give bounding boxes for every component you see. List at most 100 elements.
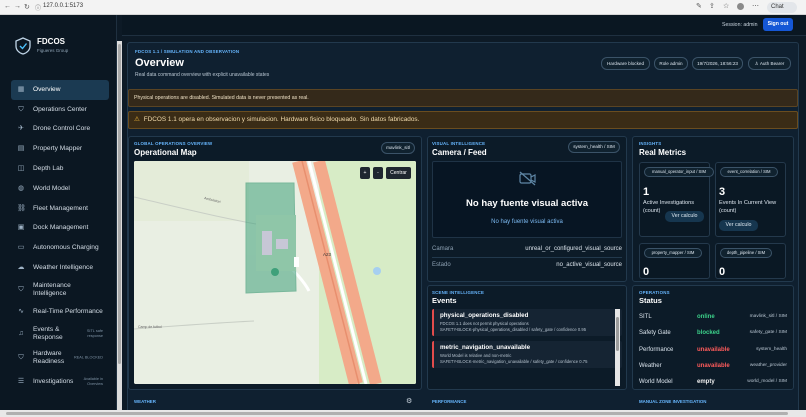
battery-icon: ▭ bbox=[17, 244, 25, 252]
view-calc-button[interactable]: Ver calculo bbox=[719, 220, 758, 231]
sidebar-item-note: REAL BLOCKED bbox=[74, 355, 103, 360]
status-source: mavlink_sitl / SIM bbox=[749, 314, 787, 319]
status-name: Safety Gate bbox=[639, 330, 671, 337]
sidebar-item-note: SITL safe response bbox=[86, 328, 103, 338]
warning-text: FDCOS 1.1 opera en observacion y simulac… bbox=[143, 116, 420, 123]
sign-out-button[interactable]: Sign out bbox=[763, 18, 793, 31]
reload-icon[interactable]: ↻ bbox=[24, 3, 30, 11]
metric-label: Events In Current View (count) bbox=[719, 200, 777, 214]
shield-logo-icon bbox=[15, 37, 31, 55]
more-icon[interactable]: ⋯ bbox=[752, 2, 759, 10]
info-icon[interactable]: ⓘ bbox=[35, 3, 41, 12]
map-icon: ▤ bbox=[17, 145, 25, 153]
camera-title: Camera / Feed bbox=[432, 148, 487, 157]
status-row: Weather unavailable weather_provider bbox=[639, 363, 787, 375]
forward-icon[interactable]: → bbox=[14, 3, 21, 10]
sidebar-item-property-mapper[interactable]: ▤ Property Mapper bbox=[11, 139, 109, 159]
status-source: system_health bbox=[756, 346, 787, 352]
grid-icon: ▦ bbox=[17, 85, 25, 93]
sidebar-item-drone-control-core[interactable]: ✈ Drone Control Core bbox=[11, 120, 109, 140]
map-title: Operational Map bbox=[134, 148, 197, 157]
box-icon: ▣ bbox=[17, 224, 25, 232]
status-name: Weather bbox=[639, 362, 662, 369]
sidebar-item-world-model[interactable]: ◍ World Model bbox=[11, 179, 109, 199]
metrics-title: Real Metrics bbox=[639, 148, 687, 157]
chat-button[interactable]: Chat bbox=[767, 2, 797, 13]
status-state: empty bbox=[697, 379, 715, 386]
sidebar-item-events-response[interactable]: ♫ Events & Response SITL safe response bbox=[11, 322, 109, 346]
auth-chip: ♙ Auth Bearer bbox=[748, 57, 791, 70]
globe-icon: ◍ bbox=[17, 184, 25, 192]
sidebar-item-dock-management[interactable]: ▣ Dock Management bbox=[11, 219, 109, 239]
sidebar-item-label: World Model bbox=[33, 184, 70, 192]
event-item[interactable]: physical_operations_disabled FDCOS 1.1 do… bbox=[432, 309, 622, 336]
safety-banner: Physical operations are disabled. Simula… bbox=[128, 89, 798, 107]
status-state: online bbox=[697, 314, 715, 320]
status-state: unavailable bbox=[697, 362, 730, 369]
plane-icon: ✈ bbox=[18, 125, 24, 133]
pen-icon[interactable]: ✎ bbox=[696, 2, 702, 10]
cloud-icon: ☁ bbox=[17, 264, 25, 272]
center-map-button[interactable]: Centrar bbox=[386, 167, 411, 179]
sidebar-item-real-time-performance[interactable]: ∿ Real-Time Performance bbox=[11, 302, 109, 322]
address-bar[interactable]: 127.0.0.1:5173 bbox=[43, 3, 83, 9]
view-calc-button[interactable]: Ver calculo bbox=[665, 211, 704, 222]
status-row: World Model empty world_model / SIM bbox=[639, 379, 787, 391]
sidebar-item-label: Maintenance Intelligence bbox=[33, 281, 71, 297]
sidebar-item-label: Dock Management bbox=[33, 224, 89, 232]
camera-eyebrow: VISUAL INTELLIGENCE bbox=[432, 141, 486, 146]
share-icon[interactable]: ⇪ bbox=[709, 2, 715, 10]
divider bbox=[432, 257, 622, 258]
sidebar-item-investigations[interactable]: ☰ Investigations Available in Overview bbox=[11, 370, 109, 394]
camera-off-icon bbox=[519, 171, 536, 186]
scroll-thumb[interactable] bbox=[118, 44, 121, 364]
scroll-thumb[interactable] bbox=[6, 412, 788, 415]
metric-value: 3 bbox=[719, 186, 726, 198]
events-list: physical_operations_disabled FDCOS 1.1 do… bbox=[432, 309, 622, 386]
sidebar-item-maintenance-intelligence[interactable]: ⛉ Maintenance Intelligence bbox=[11, 278, 109, 302]
sidebar-item-label: Fleet Management bbox=[33, 204, 88, 212]
settings-icon[interactable]: ⚙ bbox=[406, 397, 412, 405]
map-source-chip: mavlink_sitl bbox=[381, 142, 415, 154]
no-source-sub: No hay fuente visual activa bbox=[491, 219, 563, 225]
sidebar-scrollbar[interactable] bbox=[117, 41, 122, 417]
org-name: Figueres Group bbox=[37, 48, 69, 53]
sidebar-item-weather-intelligence[interactable]: ☁ Weather Intelligence bbox=[11, 258, 109, 278]
camera-row: Camara unreal_or_configured_visual_source bbox=[432, 246, 622, 252]
event-detail: SAFETY-BLOCK-metric_navigation_unavailab… bbox=[440, 359, 588, 364]
sidebar-item-operations-center[interactable]: ⛉ Operations Center bbox=[11, 100, 109, 120]
sidebar-item-autonomous-charging[interactable]: ▭ Autonomous Charging bbox=[11, 238, 109, 258]
datetime-chip: 19/7/2026, 18:56:23 bbox=[692, 57, 743, 70]
road-label: A23 bbox=[323, 252, 332, 257]
sidebar-item-label: Operations Center bbox=[33, 105, 87, 113]
events-title: Events bbox=[432, 296, 457, 305]
event-title: physical_operations_disabled bbox=[440, 312, 529, 319]
metric-value: 0 bbox=[643, 266, 650, 278]
horizontal-scrollbar[interactable] bbox=[0, 410, 806, 417]
sidebar-item-fleet-management[interactable]: ⛓ Fleet Management bbox=[11, 199, 109, 219]
profile-icon[interactable] bbox=[737, 3, 744, 10]
status-name: SITL bbox=[639, 314, 652, 320]
sidebar-item-depth-lab[interactable]: ◫ Depth Lab bbox=[11, 159, 109, 179]
back-icon[interactable]: ← bbox=[4, 3, 11, 10]
metric-source-chip: depth_pipeline / SIM bbox=[720, 248, 772, 258]
zoom-in-button[interactable]: + bbox=[360, 167, 370, 179]
no-source-headline: No hay fuente visual activa bbox=[466, 198, 588, 209]
zoom-out-button[interactable]: - bbox=[373, 167, 383, 179]
scroll-thumb[interactable] bbox=[616, 317, 619, 351]
events-scrollbar[interactable] bbox=[615, 309, 620, 386]
page-title: Overview bbox=[135, 57, 184, 69]
sidebar-item-overview[interactable]: ▦ Overview bbox=[11, 80, 109, 100]
status-source: safety_gate / SIM bbox=[749, 330, 787, 336]
chat-label: Chat bbox=[771, 4, 784, 10]
status-title: Status bbox=[639, 296, 662, 305]
weather-eyebrow: WEATHER bbox=[134, 399, 156, 404]
sidebar-item-hardware-readiness[interactable]: ⛉ Hardware Readiness REAL BLOCKED bbox=[11, 346, 109, 370]
warning-icon: ⚠ bbox=[134, 116, 140, 123]
link-icon: ⛓ bbox=[17, 204, 26, 212]
star-icon[interactable]: ☆ bbox=[723, 2, 729, 10]
event-item[interactable]: metric_navigation_unavailable World Model… bbox=[432, 341, 622, 368]
status-row: SITL online mavlink_sitl / SIM bbox=[639, 314, 787, 326]
operational-map[interactable]: A23 Ambulatori Camp de futbol + - Centra… bbox=[134, 161, 416, 384]
map-canvas: A23 Ambulatori Camp de futbol bbox=[134, 161, 416, 384]
